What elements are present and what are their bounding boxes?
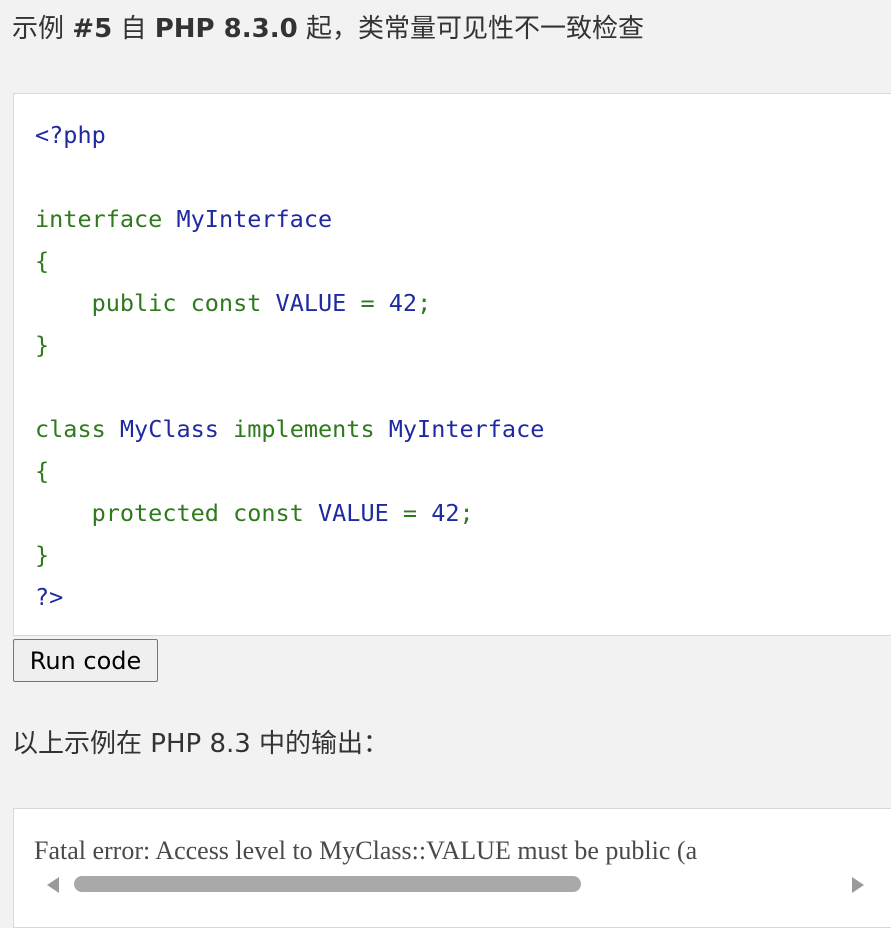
code-line-public-const: public const VALUE = 42; xyxy=(35,283,432,323)
example-title: 示例 #5 自 PHP 8.3.0 起，类常量可见性不一致检查 xyxy=(12,11,644,47)
interface-keyword: interface xyxy=(35,205,163,233)
code-line-protected-const: protected const VALUE = 42; xyxy=(35,493,474,533)
public-keyword: public xyxy=(91,289,177,317)
implements-keyword: implements xyxy=(233,415,375,443)
output-text: Fatal error: Access level to MyClass::VA… xyxy=(34,836,698,865)
code-line-brace-close: } xyxy=(35,325,49,365)
semicolon: ; xyxy=(459,499,474,527)
const-keyword: const xyxy=(233,499,304,527)
brace-close: } xyxy=(35,331,50,359)
example-title-mid: 自 xyxy=(120,14,147,44)
scroll-left-arrow-icon[interactable] xyxy=(47,877,59,893)
horizontal-scrollbar-thumb[interactable] xyxy=(74,876,581,892)
const-keyword: const xyxy=(190,289,262,317)
const-value: 42 xyxy=(388,289,418,317)
code-line-interface: interface MyInterface xyxy=(35,199,332,239)
code-line-close-tag: ?> xyxy=(35,577,63,617)
output-block: Fatal error: Access level to MyClass::VA… xyxy=(13,808,891,928)
const-name: VALUE xyxy=(318,499,389,527)
code-line-brace-close: } xyxy=(35,535,49,575)
brace-open: { xyxy=(35,247,50,275)
example-title-prefix: 示例 xyxy=(12,14,65,44)
brace-close: } xyxy=(35,541,50,569)
scroll-right-arrow-icon[interactable] xyxy=(852,877,864,893)
code-line-class: class MyClass implements MyInterface xyxy=(35,409,544,449)
semicolon: ; xyxy=(417,289,432,317)
const-name: VALUE xyxy=(275,289,347,317)
code-line-brace-open: { xyxy=(35,241,49,281)
brace-open: { xyxy=(35,457,50,485)
class-name: MyClass xyxy=(119,415,219,443)
implemented-interface-name: MyInterface xyxy=(388,415,545,443)
equals-sign: = xyxy=(402,499,418,527)
code-line-brace-open: { xyxy=(35,451,49,491)
run-code-button[interactable]: Run code xyxy=(13,639,158,682)
code-block: <?php interface MyInterface { public con… xyxy=(13,93,891,636)
php-open-tag: <?php xyxy=(35,121,106,149)
output-caption: 以上示例在 PHP 8.3 中的输出： xyxy=(12,729,390,759)
example-title-suffix: 起，类常量可见性不一致检查 xyxy=(305,14,644,44)
equals-sign: = xyxy=(360,289,375,317)
protected-keyword: protected xyxy=(91,499,219,527)
class-keyword: class xyxy=(35,415,106,443)
code-line-open-tag: <?php xyxy=(35,115,106,155)
example-number: #5 xyxy=(72,14,113,44)
interface-name: MyInterface xyxy=(176,205,333,233)
php-close-tag: ?> xyxy=(35,583,64,611)
const-value: 42 xyxy=(431,499,460,527)
example-version: PHP 8.3.0 xyxy=(154,14,298,44)
